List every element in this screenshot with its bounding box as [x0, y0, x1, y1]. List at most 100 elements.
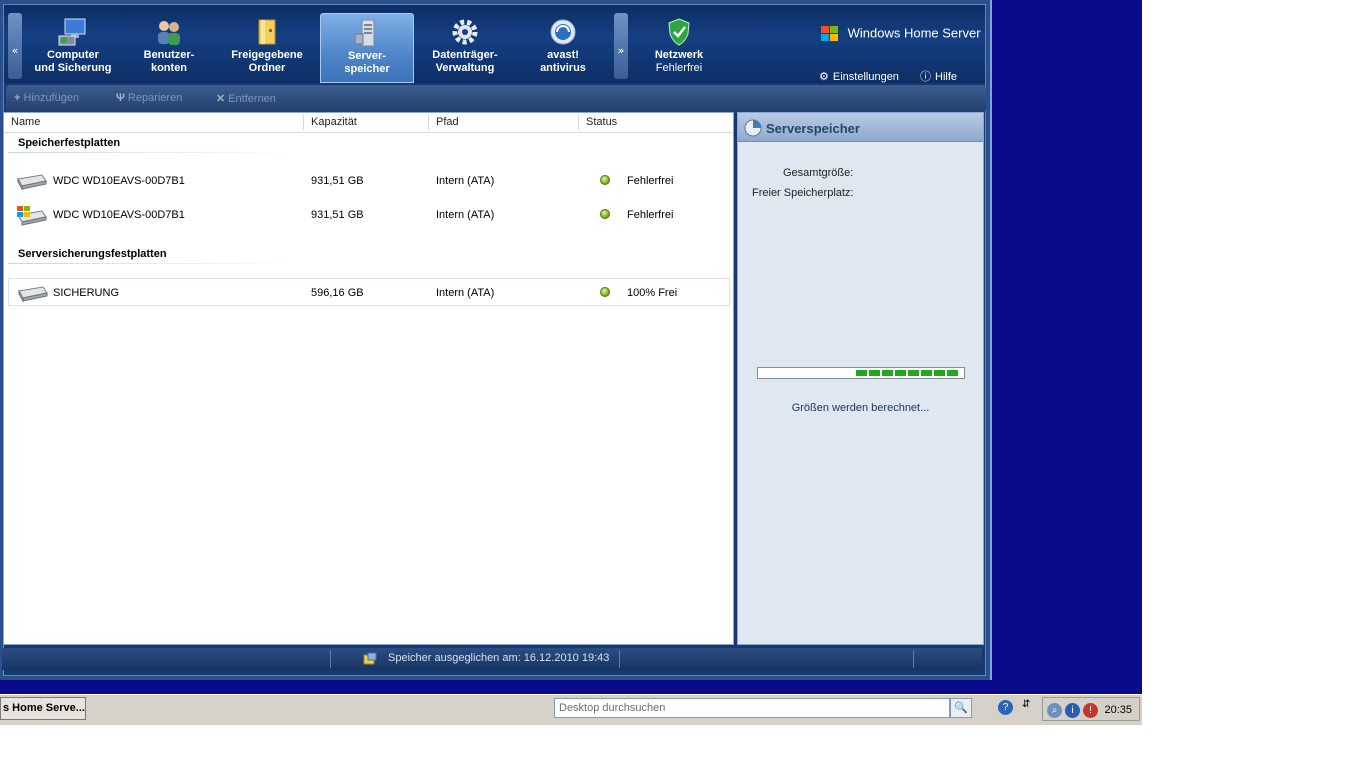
disk-name: SICHERUNG	[53, 287, 120, 299]
repair-button[interactable]: Ψ Reparieren	[116, 92, 182, 104]
drive-list: Name Kapazität Pfad Status Speicherfestp…	[3, 112, 734, 645]
tab-label: Verwaltung	[435, 62, 495, 74]
brand-text: Windows Home Server	[847, 25, 981, 41]
tab-user-accounts[interactable]: Benutzer- konten	[122, 13, 216, 83]
help-icon: ⓘ	[920, 71, 931, 83]
tab-label: antivirus	[540, 62, 586, 74]
column-header-capacity[interactable]: Kapazität	[311, 116, 357, 128]
storage-balanced-icon	[363, 652, 377, 665]
desktop-background	[990, 0, 1142, 694]
panel-title: Serverspeicher	[766, 121, 860, 136]
help-link[interactable]: ⓘ Hilfe	[920, 71, 957, 83]
system-disk-icon	[17, 206, 47, 226]
top-links: ⚙ Einstellungen ⓘ Hilfe	[819, 68, 975, 84]
remove-x-icon: ✕	[216, 93, 226, 105]
tab-computer-backup[interactable]: Computer und Sicherung	[26, 13, 120, 83]
panel-header: Serverspeicher	[738, 113, 983, 142]
settings-label: Einstellungen	[832, 71, 899, 83]
network-label: Netzwerk	[654, 49, 704, 61]
group-title-storage-disks: Speicherfestplatten	[18, 137, 121, 149]
taskbar-window-button[interactable]: s Home Serve...	[0, 697, 86, 720]
clock: 20:35	[1104, 704, 1132, 716]
server-icon	[354, 19, 375, 47]
tab-label: Benutzer-	[143, 49, 195, 61]
calculating-text: Größen werden berechnet...	[791, 402, 930, 414]
disk-status: 100% Frei	[627, 287, 678, 299]
group-title-backup-disks: Serversicherungsfestplatten	[18, 248, 167, 260]
hard-disk-icon	[18, 286, 48, 303]
users-icon	[158, 21, 180, 45]
nav-scroll-right-button[interactable]: »	[614, 13, 628, 79]
network-tray-icon[interactable]: !	[1083, 703, 1098, 718]
status-text: Speicher ausgeglichen am: 16.12.2010 19:…	[388, 652, 610, 664]
tab-label: Computer	[47, 49, 99, 61]
add-button[interactable]: + Hinzufügen	[14, 92, 79, 104]
repair-label: Reparieren	[127, 92, 183, 104]
tab-label: Datenträger-	[432, 49, 498, 61]
shield-check-icon	[668, 18, 690, 46]
toolbar: + Hinzufügen Ψ Reparieren ✕ Entfernen	[6, 85, 986, 113]
pie-chart-icon	[744, 119, 762, 137]
free-space-label: Freier Speicherplatz:	[752, 187, 854, 199]
disk-path: Intern (ATA)	[436, 209, 495, 221]
tab-label: konten	[150, 62, 188, 74]
help-label: Hilfe	[935, 71, 958, 83]
column-header-status[interactable]: Status	[586, 116, 617, 128]
disk-status: Fehlerfrei	[627, 175, 674, 187]
tab-label: Freigegebene	[231, 49, 303, 61]
gear-icon	[452, 19, 478, 45]
tab-label: Ordner	[248, 62, 286, 74]
tab-disk-management[interactable]: Datenträger- Verwaltung	[418, 13, 512, 83]
info-tray-icon[interactable]: i	[1065, 703, 1080, 718]
desktop-search-input[interactable]: Desktop durchsuchen	[554, 698, 950, 718]
settings-link[interactable]: ⚙ Einstellungen	[819, 71, 902, 83]
table-row[interactable]: WDC WD10EAVS-00D7B1 931,51 GB Intern (AT…	[8, 201, 730, 229]
disk-status: Fehlerfrei	[627, 209, 674, 221]
windows-flag-icon	[821, 26, 838, 41]
tray-arrow-icon[interactable]: ⇵	[1022, 699, 1030, 710]
remove-button[interactable]: ✕ Entfernen	[216, 92, 276, 105]
disk-capacity: 596,16 GB	[311, 287, 364, 299]
remove-label: Entfernen	[228, 93, 276, 105]
disk-capacity: 931,51 GB	[311, 209, 364, 221]
server-storage-panel: Serverspeicher Gesamtgröße: Freier Speic…	[737, 112, 984, 645]
disk-path: Intern (ATA)	[436, 175, 495, 187]
tab-server-storage[interactable]: Server- speicher	[320, 13, 414, 83]
wrench-icon: Ψ	[116, 92, 125, 104]
settings-gear-icon: ⚙	[819, 71, 829, 83]
calculation-progress-bar	[757, 367, 965, 379]
total-size-label: Gesamtgröße:	[783, 167, 854, 179]
help-tray-icon[interactable]: ?	[998, 700, 1013, 715]
tab-shared-folders[interactable]: Freigegebene Ordner	[220, 13, 314, 83]
tab-label: und Sicherung	[34, 62, 112, 74]
tab-label: Server-	[348, 50, 386, 62]
disk-name: WDC WD10EAVS-00D7B1	[53, 175, 185, 187]
status-ok-icon	[600, 175, 610, 185]
computer-icon	[58, 18, 86, 46]
disk-capacity: 931,51 GB	[311, 175, 364, 187]
nav-scroll-left-button[interactable]: «	[8, 13, 22, 79]
search-icon[interactable]: 🔍	[950, 698, 972, 718]
table-row[interactable]: WDC WD10EAVS-00D7B1 931,51 GB Intern (AT…	[8, 167, 730, 195]
avast-icon	[550, 19, 576, 45]
tab-avast-antivirus[interactable]: avast! antivirus	[516, 13, 610, 83]
search-tray-icon[interactable]: ⌕	[1047, 703, 1062, 718]
navigation-bar: « Computer und Sicherung Benutzer- konte…	[4, 5, 985, 83]
status-ok-icon	[600, 209, 610, 219]
system-tray: ⌕ i ! 20:35	[1042, 697, 1140, 721]
network-status[interactable]: Netzwerk Fehlerfrei	[632, 13, 726, 83]
network-status-text: Fehlerfrei	[655, 62, 703, 74]
list-header: Name Kapazität Pfad Status	[4, 113, 733, 133]
tab-label: speicher	[344, 63, 390, 75]
column-header-name[interactable]: Name	[11, 116, 40, 128]
status-ok-icon	[600, 287, 610, 297]
plus-icon: +	[14, 92, 21, 104]
table-row[interactable]: SICHERUNG 596,16 GB Intern (ATA) 100% Fr…	[8, 278, 730, 306]
column-header-path[interactable]: Pfad	[436, 116, 459, 128]
status-bar: Speicher ausgeglichen am: 16.12.2010 19:…	[2, 648, 982, 670]
disk-name: WDC WD10EAVS-00D7B1	[53, 209, 185, 221]
disk-path: Intern (ATA)	[436, 287, 495, 299]
hard-disk-icon	[17, 174, 47, 191]
add-label: Hinzufügen	[23, 92, 80, 104]
taskbar: s Home Serve... Desktop durchsuchen 🔍 ? …	[0, 694, 1142, 725]
